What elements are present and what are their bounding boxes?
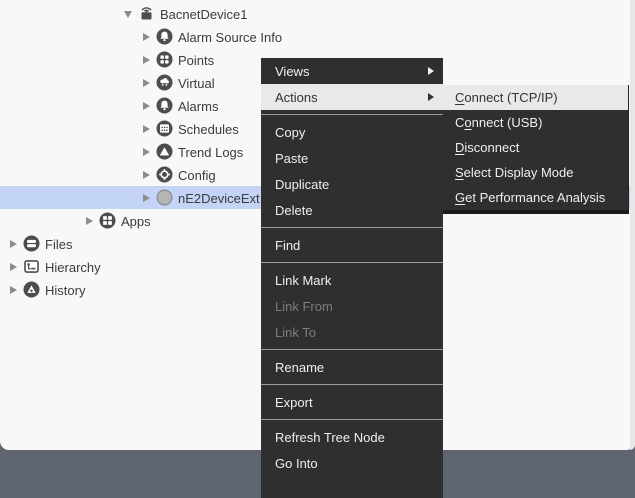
menu-separator (261, 380, 443, 389)
expand-arrow-icon[interactable] (124, 11, 132, 18)
menu-item-label: Delete (275, 203, 434, 218)
expand-arrow-icon[interactable] (143, 125, 150, 133)
menu-item-label: Paste (275, 151, 434, 166)
files-icon (23, 235, 40, 252)
points-icon (156, 51, 173, 68)
tree-item-label: Alarms (178, 98, 218, 114)
menu-item-paste[interactable]: Paste (261, 145, 443, 171)
menu-item-label: Get Performance Analysis (455, 190, 619, 205)
tree-item-label: Trend Logs (178, 144, 243, 160)
submenu-arrow-icon (428, 67, 434, 75)
menu-item-label: Disconnect (455, 140, 619, 155)
menu-item-copy[interactable]: Copy (261, 119, 443, 145)
expand-arrow-icon[interactable] (143, 148, 150, 156)
menu-separator (261, 345, 443, 354)
tree-item-label: Points (178, 52, 214, 68)
tree-item-label: Virtual (178, 75, 215, 91)
actions-submenu: Connect (TCP/IP) Connect (USB) Disconnec… (443, 85, 629, 214)
menu-item-disconnect[interactable]: Disconnect (443, 135, 628, 160)
bacnet-device-icon (138, 5, 155, 22)
menu-item-label: Export (275, 395, 434, 410)
expand-arrow-icon[interactable] (143, 194, 150, 202)
tree-item-label: Config (178, 167, 216, 183)
virtual-icon (156, 74, 173, 91)
expand-arrow-icon[interactable] (143, 33, 150, 41)
expand-arrow-icon[interactable] (143, 102, 150, 110)
menu-item-export[interactable]: Export (261, 389, 443, 415)
plain-circle-icon (156, 189, 173, 206)
tree-item-label: Files (45, 236, 72, 252)
tree-item-label: nE2DeviceExt (178, 190, 260, 206)
menu-item-label: Actions (275, 90, 420, 105)
menu-item-label: Duplicate (275, 177, 434, 192)
alarm-icon (156, 97, 173, 114)
expand-arrow-icon[interactable] (143, 56, 150, 64)
tree-item-label: BacnetDevice1 (160, 6, 247, 22)
menu-item-rename[interactable]: Rename (261, 354, 443, 380)
expand-arrow-icon[interactable] (10, 263, 17, 271)
menu-item-select-display-mode[interactable]: Select Display Mode (443, 160, 628, 185)
menu-item-label: Refresh Tree Node (275, 430, 434, 445)
menu-item-label: Views (275, 64, 420, 79)
menu-item-label: Link To (275, 325, 434, 340)
menu-item-label: Connect (TCP/IP) (455, 90, 619, 105)
menu-item-link-to: Link To (261, 319, 443, 345)
menu-item-refresh-tree-node[interactable]: Refresh Tree Node (261, 424, 443, 450)
menu-item-label: Select Display Mode (455, 165, 619, 180)
hierarchy-icon (23, 258, 40, 275)
expand-arrow-icon[interactable] (10, 286, 17, 294)
menu-item-go-into[interactable]: Go Into (261, 450, 443, 476)
schedule-icon (156, 120, 173, 137)
menu-item-delete[interactable]: Delete (261, 197, 443, 223)
tree-item-label: Hierarchy (45, 259, 101, 275)
tree-item-label: Schedules (178, 121, 239, 137)
expand-arrow-icon[interactable] (143, 79, 150, 87)
menu-item-label: Link Mark (275, 273, 434, 288)
menu-item-connect-tcp-ip[interactable]: Connect (TCP/IP) (443, 85, 628, 110)
menu-separator (261, 223, 443, 232)
context-menu: Views Actions Copy Paste Duplicate Delet… (261, 58, 443, 498)
menu-item-get-performance-analysis[interactable]: Get Performance Analysis (443, 185, 628, 210)
tree-item-label: History (45, 282, 85, 298)
history-icon (23, 281, 40, 298)
tree-item-bacnetdevice1[interactable]: BacnetDevice1 (0, 2, 630, 25)
submenu-arrow-icon (428, 93, 434, 101)
menu-item-label: Copy (275, 125, 434, 140)
menu-item-label: Connect (USB) (455, 115, 619, 130)
menu-separator (261, 110, 443, 119)
menu-item-duplicate[interactable]: Duplicate (261, 171, 443, 197)
menu-separator (261, 258, 443, 267)
menu-item-views[interactable]: Views (261, 58, 443, 84)
menu-item-link-from: Link From (261, 293, 443, 319)
tree-item-label: Alarm Source Info (178, 29, 282, 45)
menu-item-label: Link From (275, 299, 434, 314)
menu-item-find[interactable]: Find (261, 232, 443, 258)
alarm-source-icon (156, 28, 173, 45)
menu-item-connect-usb[interactable]: Connect (USB) (443, 110, 628, 135)
trend-icon (156, 143, 173, 160)
config-icon (156, 166, 173, 183)
menu-item-link-mark[interactable]: Link Mark (261, 267, 443, 293)
expand-arrow-icon[interactable] (10, 240, 17, 248)
menu-item-label: Go Into (275, 456, 434, 471)
tree-item-label: Apps (121, 213, 151, 229)
menu-separator (261, 415, 443, 424)
menu-item-actions[interactable]: Actions (261, 84, 443, 110)
menu-item-label: Find (275, 238, 434, 253)
expand-arrow-icon[interactable] (86, 217, 93, 225)
expand-arrow-icon[interactable] (143, 171, 150, 179)
scrollbar-track[interactable] (630, 0, 635, 450)
menu-item-label: Rename (275, 360, 434, 375)
apps-icon (99, 212, 116, 229)
tree-item-alarm-source-info[interactable]: Alarm Source Info (0, 25, 630, 48)
